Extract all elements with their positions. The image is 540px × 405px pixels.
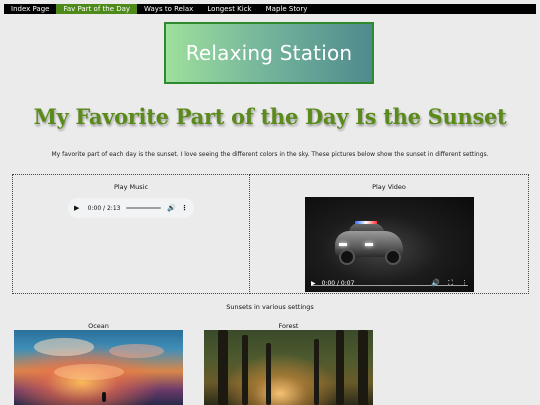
- music-box: Play Music ▶ 0:00 / 2:13 🔊 ⋮: [12, 174, 250, 294]
- fullscreen-icon[interactable]: ⛶: [448, 279, 453, 288]
- more-options-icon[interactable]: ⋮: [461, 279, 468, 287]
- video-time: 0:00 / 0:07: [321, 279, 355, 287]
- nav-item-fav-part-of-the-day[interactable]: Fav Part of the Day: [56, 4, 138, 14]
- volume-icon[interactable]: 🔊: [431, 279, 440, 287]
- play-icon[interactable]: ▶: [311, 280, 316, 287]
- logo-text: Relaxing Station: [185, 41, 353, 65]
- nav-item-ways-to-relax[interactable]: Ways to Relax: [137, 4, 200, 14]
- video-player[interactable]: ▶ 0:00 / 0:07 🔊 ⛶ ⋮: [305, 197, 474, 292]
- video-box: Play Video ▶ 0:00 / 0:07 🔊 ⛶ ⋮: [249, 174, 529, 294]
- ocean-sunset-image: [14, 330, 183, 405]
- video-controls: ▶ 0:00 / 0:07 🔊 ⛶ ⋮: [305, 274, 474, 292]
- video-title: Play Video: [372, 183, 406, 191]
- nav-item-longest-kick[interactable]: Longest Kick: [200, 4, 258, 14]
- car-wheel-front: [339, 249, 355, 265]
- forest-sunset-image: [204, 330, 373, 405]
- headlight-right: [365, 243, 373, 246]
- page-title: My Favorite Part of the Day Is the Sunse…: [33, 104, 507, 129]
- headlight-left: [339, 243, 347, 246]
- intro-paragraph: My favorite part of each day is the suns…: [51, 151, 489, 158]
- nav-item-index-page[interactable]: Index Page: [4, 4, 56, 14]
- audio-time: 0:00 / 2:13: [87, 204, 121, 212]
- play-icon[interactable]: ▶: [74, 204, 84, 212]
- audio-progress-bar[interactable]: [126, 207, 162, 209]
- volume-icon[interactable]: 🔊: [167, 204, 176, 212]
- site-logo: Relaxing Station: [164, 22, 374, 84]
- nav-item-maple-story[interactable]: Maple Story: [259, 4, 315, 14]
- gallery-title: Sunsets in various settings: [226, 303, 314, 311]
- caption-forest: Forest: [278, 322, 299, 330]
- car-wheel-rear: [385, 249, 401, 265]
- caption-ocean: Ocean: [88, 322, 109, 330]
- police-lightbar: [355, 221, 377, 224]
- top-navigation: Index Page Fav Part of the Day Ways to R…: [4, 4, 536, 14]
- music-title: Play Music: [113, 183, 149, 191]
- more-options-icon[interactable]: ⋮: [181, 204, 188, 212]
- audio-player[interactable]: ▶ 0:00 / 2:13 🔊 ⋮: [68, 198, 194, 218]
